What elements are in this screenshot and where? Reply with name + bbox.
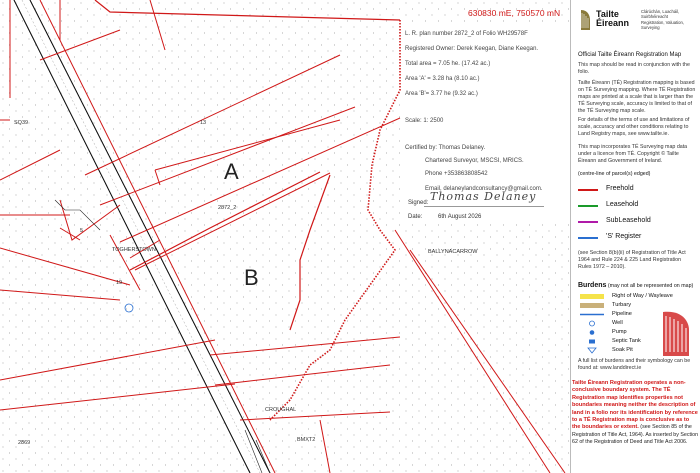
legend-label: Freehold bbox=[606, 185, 634, 192]
brand-text: Tailte Éireann bbox=[596, 9, 630, 29]
date-label: Date: bbox=[408, 214, 423, 220]
burdens-title: Burdens bbox=[578, 282, 607, 289]
subleasehold-swatch bbox=[578, 221, 598, 223]
surveyor-title: Chartered Surveyor, MSCSI, MRICS. bbox=[425, 158, 524, 164]
map-label-5: 5 bbox=[80, 228, 84, 234]
folio-info: L. R. plan number 2872_2 of Folio WH2957… bbox=[405, 30, 565, 194]
coordinate-readout: 630830 mE, 750570 mN bbox=[468, 8, 561, 18]
date-row: Date: 6th August 2026 bbox=[408, 214, 481, 220]
registered-owner: Registered Owner: Derek Keegan, Diane Ke… bbox=[405, 46, 539, 52]
map-label-bmxt2: BMXT2 bbox=[297, 437, 316, 443]
panel-text2: For details of the terms of use and limi… bbox=[578, 117, 690, 137]
map-label-2872: 2872_2 bbox=[218, 205, 237, 211]
certified-by: Certified by: Thomas Delaney. bbox=[405, 145, 486, 151]
turbary-icon bbox=[580, 303, 604, 308]
burden-label: Right of Way / Wayleave bbox=[612, 293, 673, 299]
scale: Scale: 1: 2500 bbox=[405, 118, 444, 124]
harp-seal-icon bbox=[663, 311, 689, 356]
warning-bold: Tailte Éireann Registration operates a n… bbox=[572, 380, 698, 431]
panel-intro: This map should be read in conjunction w… bbox=[578, 62, 690, 75]
right-of-way-icon bbox=[580, 294, 604, 299]
phone: Phone +353863808542 bbox=[425, 171, 488, 177]
burdens-head: Burdens (may not all be represented on m… bbox=[578, 282, 693, 289]
map-label-croughal: CROUGHAL bbox=[265, 407, 297, 413]
burden-label: Turbary bbox=[612, 302, 632, 308]
pipeline-icon bbox=[580, 313, 604, 316]
map-label-togherstown: TOGHERSTOWN bbox=[112, 247, 156, 253]
plan-number: L. R. plan number 2872_2 of Folio WH2957… bbox=[405, 31, 528, 37]
legend-label: SubLeasehold bbox=[606, 217, 651, 224]
septic-tank-icon bbox=[589, 339, 595, 344]
well-icon bbox=[589, 320, 595, 327]
map-label-19: 19 bbox=[116, 280, 123, 286]
burden-label: Pipeline bbox=[612, 311, 632, 317]
signature-line bbox=[424, 206, 544, 207]
map-label-13: 13 bbox=[200, 120, 207, 126]
burden-label: Pump bbox=[612, 329, 627, 335]
harp-icon bbox=[581, 10, 590, 30]
area-a: Area 'A' = 3.28 ha (8.10 ac.) bbox=[405, 76, 480, 82]
panel-text3: This map incorporates TÉ Surveying map d… bbox=[578, 144, 688, 164]
soak-pit-icon bbox=[587, 347, 597, 354]
panel-title: Official Tailte Éireann Registration Map bbox=[578, 52, 682, 58]
brand-logo: Tailte Éireann Clárúchán, Luacháil, Suir… bbox=[578, 6, 698, 36]
burden-label: Soak Pit bbox=[612, 347, 633, 353]
legend-label: 'S' Register bbox=[606, 233, 642, 240]
total-area: Total area = 7.05 he. (17.42 ac.) bbox=[405, 61, 491, 67]
map-label-ballynacarrow: BALLYNACARROW bbox=[428, 249, 478, 255]
signature: Thomas Delaney bbox=[430, 190, 537, 203]
map-label-sq39: SQ39 bbox=[14, 120, 29, 126]
legend-note: (see Section 8(b)(ii) of Registration of… bbox=[578, 250, 686, 270]
burden-label: Septic Tank bbox=[612, 338, 641, 344]
area-b-label: B bbox=[244, 265, 259, 290]
legend-label: Leasehold bbox=[606, 201, 639, 208]
brand-sub: Clárúchán, Luacháil, Suirbhéireacht Regi… bbox=[641, 9, 684, 30]
boundary-warning: Tailte Éireann Registration operates a n… bbox=[572, 380, 698, 446]
legend-head: (centre-line of parcel(s) edged) bbox=[578, 171, 651, 177]
burden-note: A full list of burdens and their symbolo… bbox=[578, 358, 691, 371]
burdens-sub: (may not all be represented on map) bbox=[607, 283, 694, 289]
pump-icon bbox=[589, 330, 595, 335]
date-value: 6th August 2026 bbox=[438, 214, 482, 220]
area-b: Area 'B'= 3.77 he (9.32 ac.) bbox=[405, 91, 478, 97]
freehold-swatch bbox=[578, 189, 598, 191]
map-label-2869: 2869 bbox=[18, 440, 31, 446]
brand-name: Tailte Éireann bbox=[596, 9, 638, 29]
leasehold-swatch bbox=[578, 205, 598, 207]
s-register-swatch bbox=[578, 237, 598, 239]
panel-text1: Tailte Éireann (TÉ) Registration mapping… bbox=[578, 80, 696, 114]
area-a-label: A bbox=[224, 159, 239, 184]
burden-label: Well bbox=[612, 320, 623, 326]
